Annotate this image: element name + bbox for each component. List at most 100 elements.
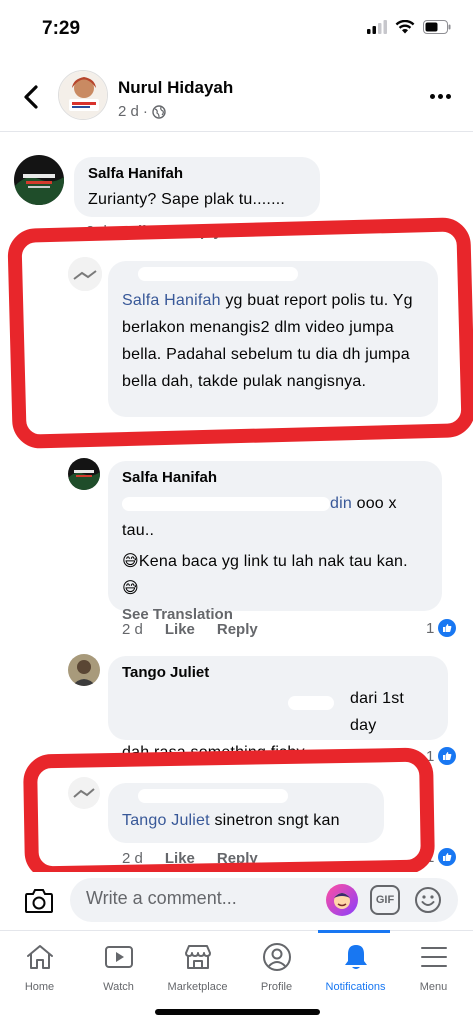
like-link[interactable]: Like: [165, 850, 195, 867]
commenter-avatar[interactable]: [68, 777, 100, 809]
home-icon: [24, 941, 56, 973]
meta-separator: ·: [142, 103, 148, 120]
watch-icon: [103, 941, 135, 973]
comment-composer: GIF: [0, 872, 473, 928]
sweat-smile-emoji-icon: 😅: [122, 580, 139, 597]
comment-body: Kena baca yg link tu lah nak tau kan.: [138, 553, 408, 570]
avatar-image: [68, 458, 100, 490]
comment-bubble[interactable]: Salfa Hanifah yg buat report polis tu. Y…: [108, 261, 438, 417]
comment-text: dah rasa something fishy: [122, 744, 305, 761]
comment-time: 2 d: [86, 223, 107, 240]
tab-label: Watch: [103, 981, 134, 993]
globe-icon: [152, 104, 166, 119]
reaction-count[interactable]: 1: [426, 848, 457, 866]
status-icons: [367, 20, 451, 34]
tab-watch[interactable]: Watch: [79, 931, 158, 1001]
tab-menu[interactable]: Menu: [394, 931, 473, 1001]
tab-profile[interactable]: Profile: [237, 931, 316, 1001]
comment-text: 😅Kena baca yg link tu lah nak tau kan. 😅: [122, 548, 428, 602]
back-button[interactable]: [16, 82, 46, 112]
menu-icon: [418, 941, 450, 973]
camera-button[interactable]: [20, 882, 58, 920]
comment-bubble[interactable]: Tango Juliet dari 1st day dah rasa somet…: [108, 656, 448, 761]
comment-author[interactable]: Salfa Hanifah: [88, 165, 306, 182]
like-reaction-icon: [438, 848, 457, 866]
comment-time: 2 d: [122, 850, 143, 867]
emoji-button[interactable]: [412, 884, 444, 916]
comment-bubble[interactable]: Salfa Hanifah din ooo x tau.. 😅Kena baca…: [108, 461, 442, 623]
status-time: 7:29: [42, 18, 81, 39]
comment-text: dari 1st day: [122, 685, 434, 739]
more-dot-icon: [429, 93, 435, 99]
battery-icon: [423, 20, 451, 34]
tab-label: Profile: [260, 981, 293, 993]
comment-body: sinetron sngt kan: [214, 812, 340, 829]
comment-actions: 2 d Like Reply: [122, 850, 258, 867]
more-dot-icon: [445, 93, 451, 99]
avatar-sticker-button[interactable]: [326, 884, 358, 916]
avatar-image: [14, 155, 64, 205]
marketplace-icon: [182, 941, 214, 973]
smiley-icon: [415, 887, 441, 913]
comment-mention[interactable]: Tango Juliet: [122, 812, 210, 829]
home-indicator: [155, 1009, 320, 1015]
back-arrow-icon: [24, 85, 38, 109]
wifi-icon: [395, 20, 415, 34]
tab-notifications[interactable]: Notifications: [316, 931, 395, 1001]
reaction-count[interactable]: 1: [426, 747, 457, 765]
reaction-count[interactable]: 1: [426, 619, 457, 637]
comment-body: dari 1st day: [350, 690, 405, 734]
like-link[interactable]: Like: [129, 223, 159, 240]
author-name[interactable]: Nurul Hidayah: [118, 78, 233, 98]
author-avatar[interactable]: [58, 70, 108, 120]
post-meta: 2 d ·: [118, 103, 166, 120]
signal-icon: [367, 20, 387, 34]
comment-bubble[interactable]: Salfa Hanifah Zurianty? Sape plak tu....…: [74, 157, 320, 217]
like-link[interactable]: Like: [165, 621, 195, 638]
gif-button[interactable]: GIF: [370, 885, 400, 915]
comment-input[interactable]: [86, 888, 316, 909]
comment-input-wrapper: GIF: [70, 878, 458, 922]
comment-mention[interactable]: din: [330, 495, 352, 512]
comment-bubble[interactable]: Tango Juliet sinetron sngt kan: [108, 783, 384, 843]
comment-author[interactable]: Tango Juliet: [122, 664, 434, 681]
comments-list: Salfa Hanifah Zurianty? Sape plak tu....…: [0, 133, 473, 873]
avatar-image: [68, 777, 100, 809]
redacted-name: [288, 696, 334, 710]
tab-label: Notifications: [325, 981, 386, 993]
comment-text: Zurianty? Sape plak tu.......: [88, 191, 286, 208]
commenter-avatar[interactable]: [14, 155, 64, 205]
comment-mention[interactable]: Salfa Hanifah: [122, 292, 221, 309]
tab-home[interactable]: Home: [0, 931, 79, 1001]
post-header: Nurul Hidayah 2 d ·: [0, 66, 473, 132]
comment-text: din ooo x tau..: [122, 490, 428, 544]
reaction-number: 1: [426, 747, 435, 765]
reaction-number: 1: [426, 848, 435, 866]
comment-actions: 2 d Like Reply: [122, 621, 258, 638]
reply-link[interactable]: Reply: [217, 621, 258, 638]
tab-label: Menu: [419, 981, 448, 993]
comment-time: 2 d: [122, 621, 143, 638]
post-time: 2 d: [118, 103, 139, 120]
comment-text: Tango Juliet sinetron sngt kan: [122, 807, 370, 834]
commenter-avatar[interactable]: [68, 458, 100, 490]
commenter-avatar[interactable]: [68, 257, 102, 291]
author-photo: [59, 71, 107, 119]
redacted-name: [122, 496, 330, 511]
comment-text: Salfa Hanifah yg buat report polis tu. Y…: [122, 287, 424, 395]
commenter-avatar[interactable]: [68, 654, 100, 686]
bell-icon: [340, 941, 372, 973]
redacted-name: [138, 789, 288, 803]
comment-author[interactable]: Salfa Hanifah: [122, 469, 428, 486]
reaction-number: 1: [426, 619, 435, 637]
tab-label: Home: [24, 981, 55, 993]
reply-link[interactable]: Reply: [181, 223, 222, 240]
avatar-image: [68, 257, 102, 291]
more-dot-icon: [437, 93, 443, 99]
comment-actions: 2 d Like Reply: [86, 223, 222, 240]
sweat-smile-emoji-icon: 😅: [122, 553, 139, 570]
avatar-image: [68, 654, 100, 686]
more-options-button[interactable]: [425, 86, 455, 106]
reply-link[interactable]: Reply: [217, 850, 258, 867]
tab-marketplace[interactable]: Marketplace: [158, 931, 237, 1001]
